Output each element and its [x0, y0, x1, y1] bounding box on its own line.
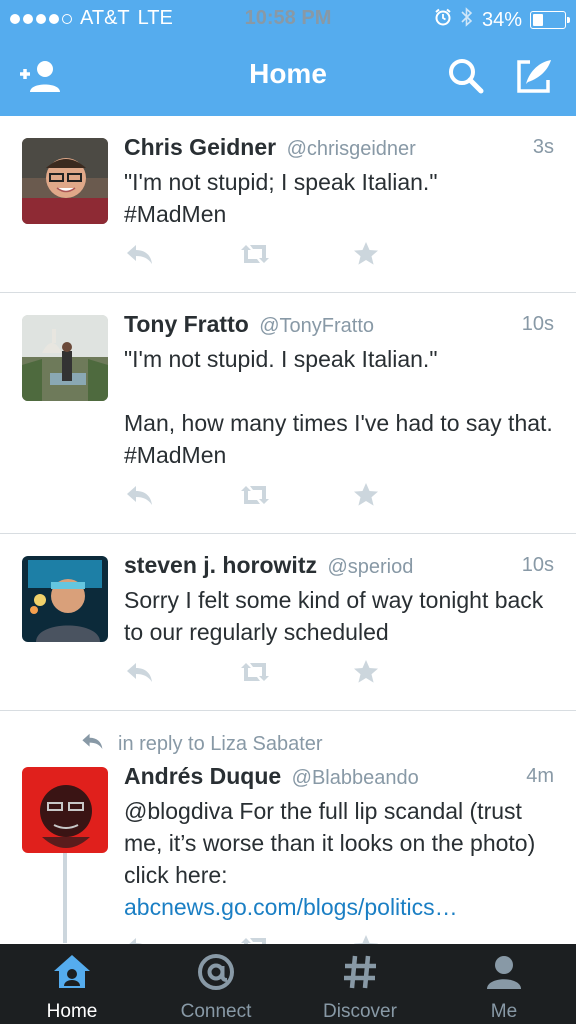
- tweet-header: steven j. horowitz @speriod 10s: [124, 552, 554, 582]
- reply-icon: [124, 483, 154, 512]
- tweet-text: @blogdiva For the full lip scandal (trus…: [124, 795, 554, 923]
- tweet[interactable]: Tony Fratto @TonyFratto 10s "I'm not stu…: [0, 293, 576, 534]
- bluetooth-icon: [460, 7, 474, 33]
- alarm-icon: [434, 8, 452, 32]
- tab-home[interactable]: Home: [0, 944, 144, 1024]
- tweet-actions: [124, 933, 466, 944]
- favorite-button[interactable]: [352, 240, 466, 272]
- tweet-text: "I'm not stupid. I speak Italian." Man, …: [124, 346, 553, 468]
- star-icon: [352, 658, 380, 691]
- retweet-button[interactable]: [238, 481, 352, 513]
- retweet-icon: [238, 660, 272, 689]
- reply-icon: [124, 660, 154, 689]
- tweet-actions: [124, 658, 466, 690]
- retweet-button[interactable]: [238, 658, 352, 690]
- home-icon: [52, 952, 92, 997]
- tweet-content: Andrés Duque @Blabbeando 4m @blogdiva Fo…: [124, 763, 554, 923]
- battery-percent: 34%: [481, 8, 522, 31]
- author-name[interactable]: Tony Fratto: [124, 311, 249, 337]
- tab-label: Me: [490, 1001, 518, 1022]
- retweet-icon: [238, 483, 272, 512]
- hashtag-icon: [340, 952, 380, 997]
- reply-icon: [124, 935, 154, 944]
- tweet-text: "I'm not stupid; I speak Italian." #MadM…: [124, 169, 438, 227]
- tweet-content: Chris Geidner @chrisgeidner 3s "I'm not …: [124, 134, 554, 230]
- author-name[interactable]: Chris Geidner: [124, 134, 276, 160]
- reply-button[interactable]: [124, 933, 238, 944]
- status-bar: AT&T LTE 10:58 PM 34%: [0, 0, 576, 38]
- tweet-content: Tony Fratto @TonyFratto 10s "I'm not stu…: [124, 311, 554, 471]
- status-right: 34%: [434, 7, 570, 33]
- reply-icon: [124, 242, 154, 271]
- favorite-button[interactable]: [352, 481, 466, 513]
- avatar[interactable]: [22, 315, 108, 401]
- tweet[interactable]: steven j. horowitz @speriod 10s Sorry I …: [0, 534, 576, 711]
- tweet-time: 3s: [532, 136, 554, 158]
- tweet[interactable]: Chris Geidner @chrisgeidner 3s "I'm not …: [0, 116, 576, 293]
- reply-icon: [80, 731, 104, 757]
- retweet-icon: [238, 935, 272, 944]
- author-name[interactable]: steven j. horowitz: [124, 552, 317, 578]
- avatar[interactable]: [22, 138, 108, 224]
- compose-icon: [514, 56, 554, 101]
- reply-button[interactable]: [124, 481, 238, 513]
- tweet-actions: [124, 240, 466, 272]
- author-handle[interactable]: @chrisgeidner: [287, 138, 416, 160]
- tab-label: Home: [46, 1001, 98, 1022]
- star-icon: [352, 481, 380, 514]
- nav-bar: Home: [0, 38, 576, 116]
- avatar[interactable]: [22, 556, 108, 642]
- avatar[interactable]: [22, 767, 108, 853]
- reply-context[interactable]: in reply to Liza Sabater: [80, 731, 323, 757]
- search-icon: [446, 56, 486, 101]
- person-icon: [484, 952, 524, 997]
- at-sign-icon: [196, 952, 236, 997]
- tab-me[interactable]: Me: [432, 944, 576, 1024]
- retweet-button[interactable]: [238, 933, 352, 944]
- tweet-actions: [124, 481, 466, 513]
- reply-context-label: in reply to Liza Sabater: [118, 732, 323, 755]
- tweet-header: Andrés Duque @Blabbeando 4m: [124, 763, 554, 793]
- search-button[interactable]: [442, 54, 490, 102]
- battery-icon: [530, 11, 570, 29]
- reply-button[interactable]: [124, 658, 238, 690]
- tweet-time: 10s: [521, 554, 554, 576]
- tab-connect[interactable]: Connect: [144, 944, 288, 1024]
- tweet-time: 4m: [526, 765, 554, 787]
- star-icon: [352, 240, 380, 273]
- reply-button[interactable]: [124, 240, 238, 272]
- tab-label: Connect: [180, 1001, 252, 1022]
- author-handle[interactable]: @speriod: [327, 556, 413, 578]
- tab-discover[interactable]: Discover: [288, 944, 432, 1024]
- author-handle[interactable]: @Blabbeando: [292, 767, 419, 789]
- favorite-button[interactable]: [352, 658, 466, 690]
- conversation-thread-line: [63, 853, 67, 943]
- tweet-link[interactable]: abcnews.go.com/blogs/politics…: [124, 894, 458, 920]
- favorite-button[interactable]: [352, 933, 466, 944]
- author-handle[interactable]: @TonyFratto: [259, 315, 374, 337]
- retweet-button[interactable]: [238, 240, 352, 272]
- timeline[interactable]: Chris Geidner @chrisgeidner 3s "I'm not …: [0, 116, 576, 944]
- retweet-icon: [238, 242, 272, 271]
- tab-bar: Home Connect Discover Me: [0, 944, 576, 1024]
- author-name[interactable]: Andrés Duque: [124, 763, 281, 789]
- tweet-text: Sorry I felt some kind of way tonight ba…: [124, 587, 544, 645]
- tweet-text-body: @blogdiva For the full lip scandal (trus…: [124, 798, 536, 888]
- tweet[interactable]: in reply to Liza Sabater Andrés Duque @B…: [0, 711, 576, 944]
- compose-button[interactable]: [510, 54, 558, 102]
- tweet-time: 10s: [521, 313, 554, 335]
- tab-label: Discover: [323, 1001, 397, 1022]
- star-icon: [352, 933, 380, 944]
- tweet-header: Chris Geidner @chrisgeidner 3s: [124, 134, 554, 164]
- tweet-content: steven j. horowitz @speriod 10s Sorry I …: [124, 552, 554, 648]
- tweet-header: Tony Fratto @TonyFratto 10s: [124, 311, 554, 341]
